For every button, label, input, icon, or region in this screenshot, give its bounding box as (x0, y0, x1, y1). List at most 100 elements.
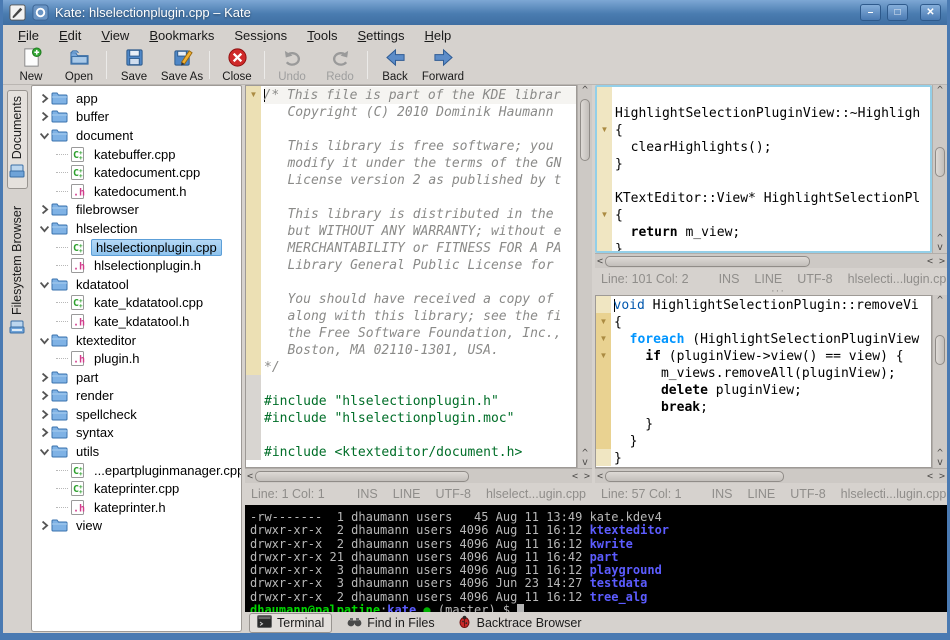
tree-item-epartpluginmanager-cpp[interactable]: C + + ...epartpluginmanager.cpp (32, 461, 241, 480)
tree-item-view[interactable]: view (32, 517, 241, 536)
expand-closed-icon[interactable] (38, 389, 51, 402)
back-button[interactable]: Back (371, 47, 419, 84)
menu-file[interactable]: File (9, 27, 48, 44)
close-window-button[interactable]: ✕ (920, 4, 941, 21)
tree-item-utils[interactable]: utils (32, 442, 241, 461)
gutter-cell[interactable] (246, 103, 261, 120)
right-bottom-editor[interactable]: ▼ ▼ ▼ void HighlightSelectionPlugin::remov… (595, 295, 932, 468)
hscroll-thumb[interactable] (255, 470, 470, 482)
main-editor-code[interactable]: /* This file is part of the KDE librar C… (261, 86, 576, 467)
gutter-cell[interactable] (597, 189, 612, 206)
maximize-button[interactable]: □ (887, 4, 908, 21)
tree-item-filebrowser[interactable]: filebrowser (32, 201, 241, 220)
vscroll-thumb[interactable] (935, 147, 945, 177)
gutter-cell[interactable] (246, 273, 261, 290)
right-top-hscrollbar[interactable]: < < > (595, 253, 947, 268)
vscroll-thumb[interactable] (580, 99, 590, 161)
sidebar-tab-filesystem-browser[interactable]: Filesystem Browser (8, 201, 27, 344)
fold-marker-icon[interactable]: ▼ (596, 347, 611, 364)
fold-marker-icon[interactable]: ▼ (597, 121, 612, 138)
tree-item-spellcheck[interactable]: spellcheck (32, 405, 241, 424)
sidebar-tab-documents[interactable]: Documents (6, 90, 28, 190)
tree-item-katebuffer-cpp[interactable]: C + + katebuffer.cpp (32, 145, 241, 164)
gutter-cell[interactable] (596, 398, 611, 415)
gutter-cell[interactable] (596, 449, 611, 466)
gutter-cell[interactable] (597, 155, 612, 172)
menu-tools[interactable]: Tools (298, 27, 346, 44)
tree-item-kate-kdatatool-cpp[interactable]: C + + kate_kdatatool.cpp (32, 294, 241, 313)
gutter-cell[interactable] (246, 205, 261, 222)
main-editor-gutter[interactable]: ▼ (246, 86, 261, 467)
tree-item-ktexteditor[interactable]: ktexteditor (32, 331, 241, 350)
tree-item-katedocument-cpp[interactable]: C + + katedocument.cpp (32, 163, 241, 182)
toolview-tab-terminal[interactable]: Terminal (249, 612, 333, 633)
right-bottom-code[interactable]: void HighlightSelectionPlugin::removeVi{… (611, 296, 931, 467)
fold-marker-icon[interactable]: ▼ (596, 313, 611, 330)
gutter-cell[interactable] (246, 120, 261, 137)
hscroll-thumb[interactable] (605, 470, 785, 482)
expand-closed-icon[interactable] (38, 92, 51, 105)
gutter-cell[interactable] (246, 409, 261, 426)
menu-settings[interactable]: Settings (348, 27, 413, 44)
tree-item-hlselectionplugin-h[interactable]: .h hlselectionplugin.h (32, 256, 241, 275)
save-as-button[interactable]: Save As (158, 47, 206, 84)
right-bottom-hscrollbar[interactable]: < < > (595, 468, 947, 483)
gutter-cell[interactable] (246, 358, 261, 375)
editor-splitter-handle[interactable] (595, 285, 947, 297)
tree-item-render[interactable]: render (32, 387, 241, 406)
close-button[interactable]: Close (213, 47, 261, 84)
right-top-code[interactable]: HighlightSelectionPluginView::~Highligh{… (612, 87, 930, 251)
gutter-cell[interactable] (246, 137, 261, 154)
right-bottom-vscrollbar[interactable]: ^ ^ v (932, 295, 947, 468)
tree-item-hlselection[interactable]: hlselection (32, 219, 241, 238)
gutter-cell[interactable] (246, 443, 261, 460)
gutter-cell[interactable] (596, 296, 611, 313)
vscroll-thumb[interactable] (935, 335, 945, 365)
expand-closed-icon[interactable] (38, 519, 51, 532)
expand-open-icon[interactable] (38, 222, 51, 235)
right-bottom-gutter[interactable]: ▼ ▼ ▼ (596, 296, 611, 467)
toolview-tab-backtrace-browser[interactable]: Backtrace Browser (450, 614, 589, 632)
tree-item-plugin-h[interactable]: .h plugin.h (32, 349, 241, 368)
menu-view[interactable]: View (92, 27, 138, 44)
gutter-cell[interactable] (596, 364, 611, 381)
gutter-cell[interactable] (597, 223, 612, 240)
tree-item-syntax[interactable]: syntax (32, 424, 241, 443)
gutter-cell[interactable] (246, 188, 261, 205)
menu-bookmarks[interactable]: Bookmarks (140, 27, 223, 44)
gutter-cell[interactable] (597, 172, 612, 189)
gutter-cell[interactable] (246, 392, 261, 409)
expand-open-icon[interactable] (38, 129, 51, 142)
gutter-cell[interactable] (246, 307, 261, 324)
open-button[interactable]: Open (55, 47, 103, 84)
tree-item-app[interactable]: app (32, 89, 241, 108)
minimize-button[interactable]: – (860, 4, 881, 21)
gutter-cell[interactable] (597, 240, 612, 251)
tree-item-hlselectionplugin-cpp[interactable]: C + + hlselectionplugin.cpp (32, 238, 241, 257)
expand-open-icon[interactable] (38, 278, 51, 291)
tree-item-part[interactable]: part (32, 368, 241, 387)
fold-marker-icon[interactable]: ▼ (246, 86, 261, 103)
gutter-cell[interactable] (246, 222, 261, 239)
gutter-cell[interactable] (597, 104, 612, 121)
expand-closed-icon[interactable] (38, 203, 51, 216)
gutter-cell[interactable] (246, 239, 261, 256)
toolview-tab-find-in-files[interactable]: Find in Files (340, 614, 441, 632)
tree-item-kate-kdatatool-h[interactable]: .h kate_kdatatool.h (32, 312, 241, 331)
new-button[interactable]: New (7, 47, 55, 84)
tree-item-kateprinter-cpp[interactable]: C + + kateprinter.cpp (32, 479, 241, 498)
tree-item-buffer[interactable]: buffer (32, 108, 241, 127)
expand-closed-icon[interactable] (38, 371, 51, 384)
documents-tree[interactable]: app buffer document C + + katebuffer.cpp C + + kat… (31, 85, 242, 632)
gutter-cell[interactable] (596, 415, 611, 432)
hscroll-thumb[interactable] (605, 255, 810, 267)
terminal[interactable]: -rw------- 1 dhaumann users 45 Aug 11 13… (245, 505, 947, 612)
gutter-cell[interactable] (246, 256, 261, 273)
menu-edit[interactable]: Edit (50, 27, 90, 44)
gutter-cell[interactable] (597, 138, 612, 155)
menu-help[interactable]: Help (415, 27, 460, 44)
tree-item-katedocument-h[interactable]: .h katedocument.h (32, 182, 241, 201)
main-editor-vscrollbar[interactable]: ^ ^ v (577, 85, 592, 468)
menu-sessions[interactable]: Sessions (225, 27, 296, 44)
tree-item-document[interactable]: document (32, 126, 241, 145)
